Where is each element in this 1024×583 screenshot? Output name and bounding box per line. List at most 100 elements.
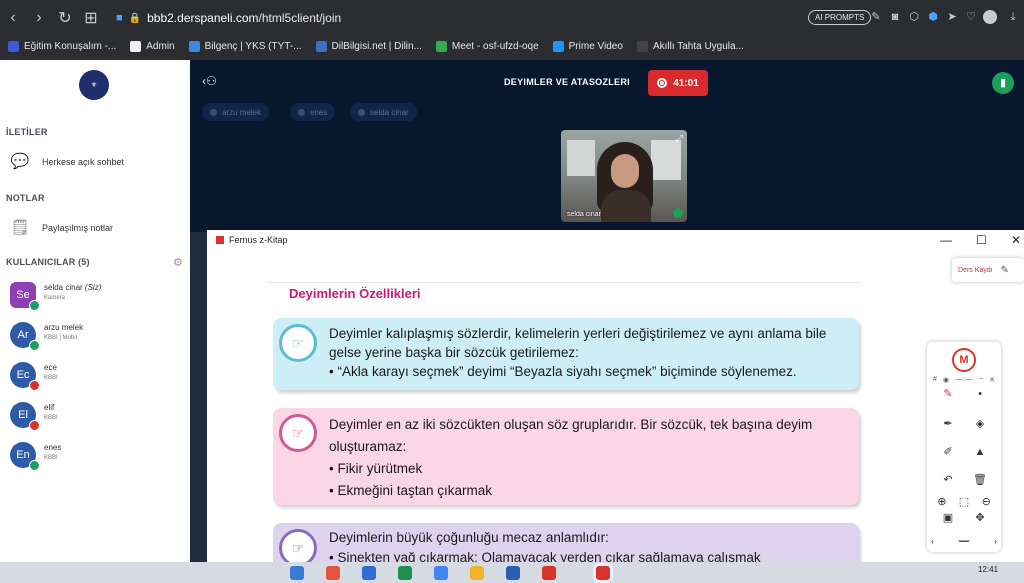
address-bar[interactable]: ■ 🔒 bbb2.derspaneli.com/html5client/join: [116, 6, 706, 30]
fernus-taskbar-icon[interactable]: [593, 563, 613, 583]
select-area-icon[interactable]: ⬚: [959, 496, 969, 509]
app-icon[interactable]: [326, 566, 340, 580]
meeting-title: DEYIMLER VE ATASOZLERI: [504, 77, 630, 87]
screen-tool[interactable]: ▣: [935, 512, 961, 525]
mic-icon: [298, 108, 305, 116]
pen-tool[interactable]: ✎: [935, 388, 961, 401]
pin-icon[interactable]: #: [933, 376, 937, 384]
card-text: Deyimler kalıplaşmış sözlerdir, kelimele…: [329, 324, 845, 381]
edit-icon[interactable]: ✎: [870, 11, 882, 23]
bullet-item: • “Akla karayı seçmek” deyimi “Beyazla s…: [329, 364, 797, 379]
minimize-icon[interactable]: —: [940, 233, 952, 247]
tab-search-icon[interactable]: ⊞: [78, 8, 104, 28]
bookmark-item[interactable]: Eğitim Konuşalım -...: [8, 40, 116, 52]
send-icon[interactable]: ➤: [946, 11, 958, 23]
shield-icon[interactable]: ⬢: [927, 11, 939, 23]
slider-icon[interactable]: —○—: [955, 376, 973, 384]
user-list-item[interactable]: En enes KBBI: [10, 442, 180, 472]
reload-icon[interactable]: ↻: [52, 8, 78, 28]
status-badge: [29, 340, 40, 351]
user-name: enes: [44, 443, 62, 452]
user-name: selda cinar (Siz): [44, 283, 102, 292]
fernus-title: Fernus z-Kitap: [229, 235, 288, 245]
ders-kaydi-button[interactable]: Ders Kaydı ✎: [952, 258, 1024, 282]
eye-icon[interactable]: ◉: [943, 376, 949, 384]
talker-chip[interactable]: selda cinar: [350, 103, 417, 121]
public-chat-item[interactable]: 💬 Herkese açık sohbet: [10, 153, 124, 171]
gear-icon[interactable]: ⚙: [173, 256, 183, 269]
close-icon[interactable]: ✕: [1011, 233, 1021, 247]
video-username: selda cinar: [567, 211, 601, 218]
eraser-tool[interactable]: ✐: [935, 446, 961, 459]
back-icon[interactable]: ‹: [0, 9, 26, 27]
screenshot-icon[interactable]: ◙: [889, 11, 901, 23]
bookmark-item[interactable]: Prime Video: [552, 40, 623, 52]
forward-icon[interactable]: ›: [26, 9, 52, 27]
bookmark-item[interactable]: Meet - osf-ufzd-oqe: [435, 40, 539, 52]
talker-chip[interactable]: enes: [290, 103, 336, 121]
connection-status-icon[interactable]: ▮: [992, 72, 1014, 94]
user-list-item[interactable]: El elif KBBI: [10, 402, 180, 432]
fullscreen-icon[interactable]: ⤢: [676, 133, 683, 144]
shapes-tool[interactable]: ▲: [967, 446, 993, 459]
minus-icon[interactable]: −: [979, 376, 983, 384]
users-title: KULLANICILAR (5): [6, 257, 90, 267]
status-badge: [29, 460, 40, 471]
fernus-logo-icon: [216, 236, 224, 244]
bookmark-label: DilBilgisi.net | Dilin...: [331, 40, 422, 52]
ai-prompts-button[interactable]: AI PROMPTS: [808, 10, 872, 25]
bullet-item: • Fikir yürütmek: [329, 461, 423, 476]
cursor-tool[interactable]: •: [967, 388, 993, 401]
profile-icon[interactable]: [983, 10, 997, 24]
download-icon[interactable]: ⤓: [1007, 11, 1019, 23]
shared-notes-label: Paylaşılmış notlar: [42, 223, 114, 233]
public-chat-label: Herkese açık sohbet: [42, 157, 125, 167]
note-icon: 🗒: [10, 219, 30, 236]
shared-notes-item[interactable]: 🗒 Paylaşılmış notlar: [10, 219, 113, 237]
folder-icon[interactable]: [470, 566, 484, 580]
bookmarks-bar: Eğitim Konuşalım -... Admin Bilgenç | YKS …: [0, 35, 1024, 57]
extension-icon[interactable]: ⬡: [908, 11, 920, 23]
marker-icon: ✒: [943, 418, 953, 430]
user-list-item[interactable]: Ar arzu melek KBBI | Mobil: [10, 322, 180, 352]
delete-tool[interactable]: 🗑: [967, 474, 993, 487]
talker-chip[interactable]: arzu melek: [202, 103, 270, 121]
toolbar-nav: ‹ ▬▬ ›: [931, 536, 997, 546]
recording-button[interactable]: 41:01: [648, 70, 708, 96]
fill-tool[interactable]: ◈: [967, 418, 993, 431]
heart-icon[interactable]: ♡: [965, 11, 977, 23]
app-icon[interactable]: [362, 566, 376, 580]
app-icon[interactable]: [506, 566, 520, 580]
undo-tool[interactable]: ↶: [935, 474, 961, 487]
users-toggle-icon[interactable]: ‹⚇: [202, 74, 217, 88]
zoom-in-icon[interactable]: ⊕: [937, 496, 946, 509]
marker-tool[interactable]: ✒: [935, 418, 961, 431]
app-icon[interactable]: [542, 566, 556, 580]
mic-icon: [673, 208, 683, 218]
chevron-right-icon[interactable]: ›: [994, 536, 997, 546]
card-body: Deyimlerin büyük çoğunluğu mecaz anlamlı…: [329, 530, 609, 545]
user-list-item[interactable]: Se selda cinar (Siz) Kamera: [10, 282, 180, 312]
zoom-out-icon[interactable]: ⊖: [982, 496, 991, 509]
cursor-icon: •: [978, 388, 982, 400]
bookmark-item[interactable]: Bilgenç | YKS (TYT-...: [188, 40, 302, 52]
bookmark-item[interactable]: Akıllı Tahta Uygula...: [636, 40, 744, 52]
excel-icon[interactable]: [398, 566, 412, 580]
webcam-video[interactable]: ⤢ selda cinar: [561, 130, 687, 222]
talker-name: enes: [310, 107, 328, 117]
chevron-left-icon[interactable]: ‹: [931, 536, 934, 546]
maximize-icon[interactable]: ☐: [976, 233, 987, 247]
move-tool[interactable]: ✥: [967, 512, 993, 525]
bookmark-item[interactable]: Admin: [130, 40, 175, 52]
clock: 12:41: [978, 565, 999, 574]
close-icon[interactable]: ✕: [989, 376, 995, 384]
file-explorer-icon[interactable]: [290, 566, 304, 580]
user-status: Kamera: [44, 295, 66, 301]
user-status: KBBI: [44, 415, 58, 421]
bookmark-item[interactable]: DilBilgisi.net | Dilin...: [315, 40, 422, 52]
user-list-item[interactable]: Ec ece KBBI: [10, 362, 180, 392]
edit-icon[interactable]: ✎: [1001, 265, 1009, 276]
fernus-window: Fernus z-Kitap — ☐ ✕ Ders Kaydı ✎ Deyiml…: [207, 230, 1024, 573]
chrome-icon[interactable]: [434, 566, 448, 580]
mic-icon: [210, 108, 217, 116]
